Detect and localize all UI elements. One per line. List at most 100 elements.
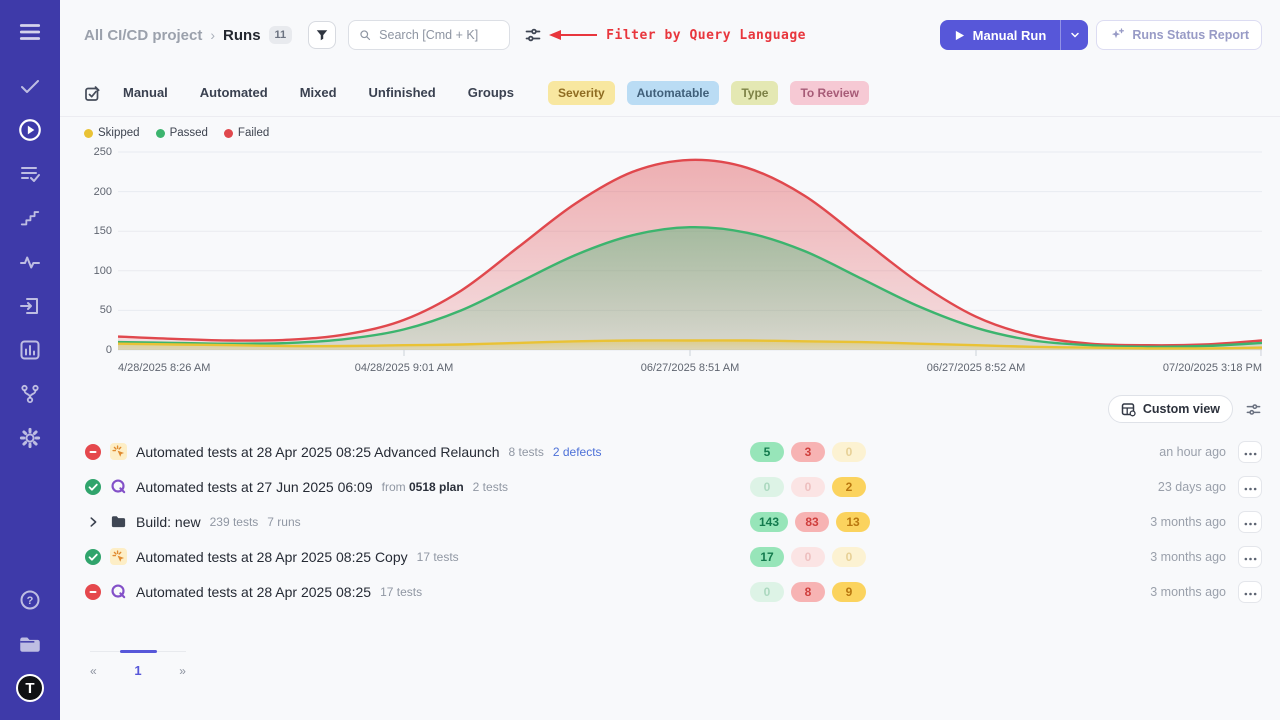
chip-type[interactable]: Type xyxy=(731,81,778,105)
runs-status-report-button[interactable]: Runs Status Report xyxy=(1096,20,1262,50)
badge-passed: 143 xyxy=(750,512,788,532)
badge-failed: 0 xyxy=(791,547,825,567)
custom-view-button[interactable]: Custom view xyxy=(1108,395,1233,423)
view-settings-button[interactable] xyxy=(1245,401,1262,418)
search-input[interactable] xyxy=(379,28,499,42)
chip-severity[interactable]: Severity xyxy=(548,81,615,105)
run-menu-button[interactable] xyxy=(1238,581,1262,603)
run-row[interactable]: Automated tests at 27 Jun 2025 06:09 from… xyxy=(84,469,1262,504)
pagination-page-1[interactable]: 1 xyxy=(134,663,141,678)
manual-run-label: Manual Run xyxy=(973,28,1047,43)
user-avatar[interactable]: T xyxy=(16,674,44,702)
pagination-last-button[interactable]: » xyxy=(179,664,186,678)
run-timestamp: 3 months ago xyxy=(1150,515,1226,529)
sidebar-item-runs[interactable] xyxy=(12,116,48,146)
legend-label: Passed xyxy=(170,127,208,139)
legend-dot-icon xyxy=(156,129,165,138)
app-window: ?T All CI/CD project › Runs 11 xyxy=(0,0,1280,720)
filter-button[interactable] xyxy=(308,21,336,49)
tab-automated[interactable]: Automated xyxy=(200,85,268,100)
tab-unfinished[interactable]: Unfinished xyxy=(369,85,436,100)
sidebar-item-settings[interactable] xyxy=(12,424,48,454)
runs-results-chart[interactable] xyxy=(118,148,1262,356)
run-from-plan: from 0518 plan xyxy=(382,480,464,494)
sparkles-icon xyxy=(1109,27,1125,43)
run-menu-button[interactable] xyxy=(1238,441,1262,463)
badge-passed: 5 xyxy=(750,442,784,462)
status-failed-icon xyxy=(84,583,101,600)
tab-manual[interactable]: Manual xyxy=(123,85,168,100)
expand-chevron-icon[interactable] xyxy=(84,513,101,530)
defects-link[interactable]: 2 defects xyxy=(553,445,602,459)
y-tick-label: 100 xyxy=(94,265,112,277)
badge-skipped: 0 xyxy=(832,547,866,567)
badge-failed: 3 xyxy=(791,442,825,462)
query-language-filter-button[interactable] xyxy=(524,24,542,46)
manual-run-split-button: Manual Run xyxy=(940,20,1089,50)
x-tick-label: 04/28/2025 9:01 AM xyxy=(355,362,453,374)
run-menu-button[interactable] xyxy=(1238,546,1262,568)
y-tick-label: 200 xyxy=(94,186,112,198)
run-row-main: Build: new239 tests7 runs xyxy=(84,513,750,530)
badge-skipped: 0 xyxy=(832,442,866,462)
status-passed-icon xyxy=(84,548,101,565)
manual-run-button[interactable]: Manual Run xyxy=(940,20,1061,50)
sidebar-item-inbox[interactable] xyxy=(12,292,48,322)
funnel-icon xyxy=(315,28,329,42)
sidebar-item-analytics[interactable] xyxy=(12,336,48,366)
legend-item-skipped[interactable]: Skipped xyxy=(84,127,140,139)
play-icon xyxy=(954,30,965,41)
run-menu-button[interactable] xyxy=(1238,476,1262,498)
sidebar-item-activity[interactable] xyxy=(12,248,48,278)
result-badges: 1700 xyxy=(750,547,866,567)
sidebar-item-plans[interactable] xyxy=(12,160,48,190)
legend-label: Skipped xyxy=(98,127,140,139)
sidebar: ?T xyxy=(0,0,60,720)
chip-to-review[interactable]: To Review xyxy=(790,81,868,105)
run-group-row[interactable]: Build: new239 tests7 runs14383133 months… xyxy=(84,504,1262,539)
run-row[interactable]: Automated tests at 28 Apr 2025 08:25 Adv… xyxy=(84,434,1262,469)
status-passed-icon xyxy=(84,478,101,495)
header-actions: Manual Run Runs Status Report xyxy=(940,20,1262,50)
run-row[interactable]: Automated tests at 28 Apr 2025 08:2517 t… xyxy=(84,574,1262,609)
sidebar-item-milestones[interactable] xyxy=(12,204,48,234)
badge-failed: 0 xyxy=(791,477,825,497)
y-tick-label: 50 xyxy=(100,304,112,316)
active-page-indicator xyxy=(120,650,157,653)
legend-item-failed[interactable]: Failed xyxy=(224,127,269,139)
sidebar-item-menu[interactable] xyxy=(12,18,48,48)
sidebar-item-projects[interactable] xyxy=(12,630,48,660)
run-row[interactable]: Automated tests at 28 Apr 2025 08:25 Cop… xyxy=(84,539,1262,574)
ellipsis-icon xyxy=(1244,479,1257,494)
run-timestamp: 23 days ago xyxy=(1158,480,1226,494)
tab-mixed[interactable]: Mixed xyxy=(300,85,337,100)
pagination: « 1 » xyxy=(90,651,186,678)
select-all-icon xyxy=(84,85,101,102)
runs-count-badge: 11 xyxy=(269,26,293,44)
select-runs-button[interactable] xyxy=(84,85,101,102)
chip-automatable[interactable]: Automatable xyxy=(627,81,720,105)
automation-icon xyxy=(110,443,127,460)
manual-run-dropdown-button[interactable] xyxy=(1060,20,1088,50)
breadcrumb-project[interactable]: All CI/CD project xyxy=(84,27,202,44)
run-row-main: Automated tests at 28 Apr 2025 08:25 Adv… xyxy=(84,443,750,460)
run-menu-button[interactable] xyxy=(1238,511,1262,533)
sidebar-item-help[interactable]: ? xyxy=(12,586,48,616)
area-passed xyxy=(118,227,1262,350)
search-box[interactable] xyxy=(348,20,510,50)
sidebar-item-tests[interactable] xyxy=(12,72,48,102)
pagination-first-button[interactable]: « xyxy=(90,664,97,678)
legend-item-passed[interactable]: Passed xyxy=(156,127,208,139)
tab-groups[interactable]: Groups xyxy=(468,85,514,100)
sidebar-item-integrations[interactable] xyxy=(12,380,48,410)
projects-icon xyxy=(17,631,43,660)
tune-sliders-icon xyxy=(524,26,542,44)
runs-list: Automated tests at 28 Apr 2025 08:25 Adv… xyxy=(60,434,1280,609)
x-tick-label: 4/28/2025 8:26 AM xyxy=(118,362,210,374)
settings-icon xyxy=(18,426,42,453)
integrations-icon xyxy=(19,383,41,408)
badge-failed: 83 xyxy=(795,512,829,532)
runs-icon xyxy=(17,117,43,146)
run-title: Automated tests at 27 Jun 2025 06:09 xyxy=(136,479,373,495)
badge-passed: 17 xyxy=(750,547,784,567)
